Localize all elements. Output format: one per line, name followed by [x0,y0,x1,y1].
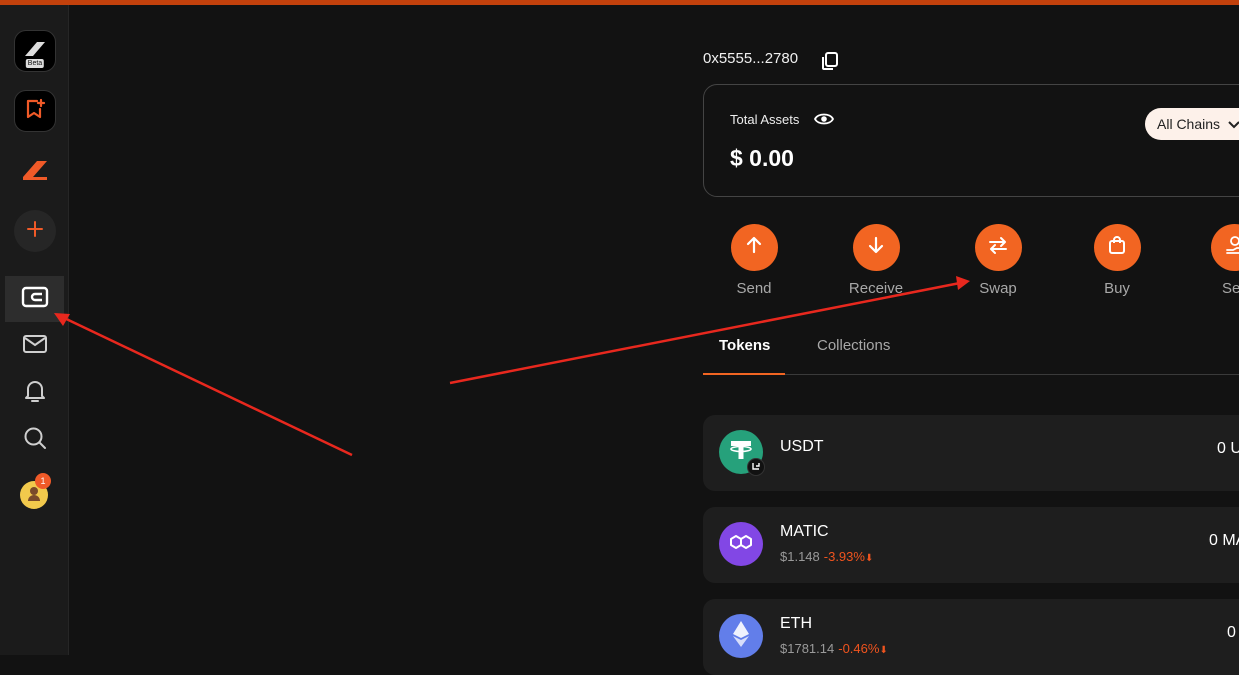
token-amount: 0 U [1217,440,1239,458]
down-arrow-icon: ⬇ [865,553,873,564]
token-change: -0.46% [838,641,879,656]
bag-icon [1108,235,1126,260]
annotation-arrow-to-swap [450,283,960,383]
tab-collections[interactable]: Collections [817,337,890,354]
nav-search[interactable] [5,417,64,463]
buy-circle [1094,224,1141,271]
all-chains-label: All Chains [1157,116,1220,132]
tab-tokens[interactable]: Tokens [719,337,770,354]
notification-badge: 1 [35,473,51,489]
ethereum-icon [732,620,750,653]
swap-circle [975,224,1022,271]
arrow-up-icon [745,236,763,259]
plus-icon [26,220,44,243]
send-label: Send [714,280,794,297]
search-icon [23,426,47,455]
mail-icon [22,333,48,360]
swap-icon [988,236,1008,259]
token-price: $1.148 [780,549,820,564]
token-change: -3.93% [824,549,865,564]
nav-notifications[interactable] [5,370,64,416]
annotation-arrow-to-wallet [60,316,352,455]
wallet-address: 0x5555...2780 [703,50,798,67]
receive-label: Receive [836,280,916,297]
send-button[interactable]: Send [714,224,794,297]
brand-app-button[interactable] [14,150,56,192]
eye-icon[interactable] [814,111,834,132]
token-amount: 0 MA [1209,532,1239,550]
chain-badge [747,458,765,476]
sell-circle [1211,224,1239,271]
nav-messages[interactable] [5,323,64,369]
token-name: USDT [780,438,824,456]
swap-button[interactable]: Swap [958,224,1038,297]
token-name: MATIC [780,523,829,541]
sell-label: Se [1222,280,1239,297]
send-circle [731,224,778,271]
receive-button[interactable]: Receive [836,224,916,297]
sell-icon [1225,235,1239,260]
wallet-icon [21,285,49,314]
arrow-down-icon [867,236,885,259]
sell-button[interactable]: Se [1194,224,1239,297]
down-arrow-icon: ⬇ [879,645,887,656]
app-logo-beta-button[interactable]: Beta [14,30,56,72]
chevron-down-icon [1224,116,1239,132]
token-row-matic[interactable]: MATIC $1.148 -3.93%⬇ 0 MA [703,507,1239,583]
chain-icon [751,458,761,476]
all-chains-dropdown[interactable]: All Chains [1145,108,1239,140]
matic-logo [719,522,763,566]
swap-label: Swap [958,280,1038,297]
copy-icon[interactable] [820,51,840,76]
receive-circle [853,224,900,271]
buy-label: Buy [1077,280,1157,297]
total-assets-label: Total Assets [730,112,799,127]
add-button[interactable] [14,210,56,252]
token-name: ETH [780,615,812,633]
bookmark-plus-icon [24,98,46,125]
buy-button[interactable]: Buy [1077,224,1157,297]
token-amount: 0 [1227,624,1236,642]
brand-logo-icon [21,157,49,186]
token-row-eth[interactable]: ETH $1781.14 -0.46%⬇ 0 [703,599,1239,675]
total-assets-value: $ 0.00 [730,145,794,172]
token-price-line: $1781.14 -0.46%⬇ [780,641,888,656]
active-tab-indicator [703,373,785,375]
token-price: $1781.14 [780,641,834,656]
total-assets-card: Total Assets $ 0.00 All Chains [703,84,1239,197]
eth-logo [719,614,763,658]
bookmark-app-button[interactable] [14,90,56,132]
top-accent-bar [0,0,1239,5]
polygon-icon [727,531,755,558]
sidebar: Beta 1 [0,5,69,655]
token-price-line: $1.148 -3.93%⬇ [780,549,873,564]
nav-wallet[interactable] [5,276,64,322]
bell-icon [23,378,47,409]
beta-label: Beta [26,59,44,68]
token-row-usdt[interactable]: USDT 0 U [703,415,1239,491]
